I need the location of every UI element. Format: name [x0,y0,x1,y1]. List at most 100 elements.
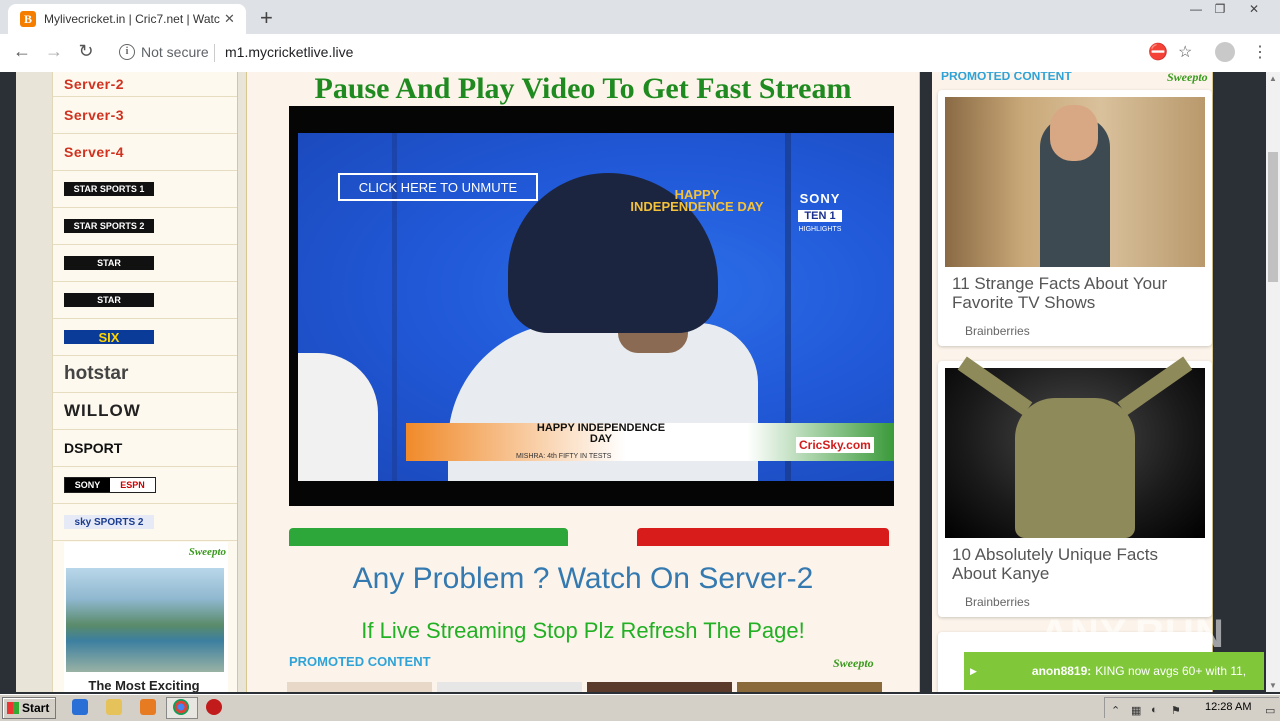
minimize-button[interactable]: — [1184,2,1208,16]
web-page: Server-2 Server-3 Server-4 STAR SPORTS 1… [0,72,1266,692]
dsport-logo: DSPORT [64,440,123,456]
promoted-panel: PROMOTED CONTENT Sweepto 11 Strange Fact… [932,72,1213,692]
star-sports-1-logo: STAR SPORTS 1 [64,182,154,196]
nav-star-sports-1[interactable]: STAR SPORTS 1 [53,171,237,208]
star-logo: STAR [64,293,154,307]
nav-server-4[interactable]: Server-4 [53,134,237,171]
info-icon[interactable]: i [119,44,135,60]
start-button[interactable]: Start [2,697,56,719]
card-title: 10 Absolutely Unique Facts About Kanye [952,545,1159,583]
server-2-label: Server-2 [64,76,125,92]
security-indicator[interactable]: Not secure [141,44,209,60]
star-logo: STAR [64,256,154,270]
address-bar[interactable]: m1.mycricketlive.live [225,44,353,60]
main-content: Pause And Play Video To Get Fast Stream … [246,72,920,692]
sweepto-badge[interactable]: Sweepto [1167,72,1208,85]
sony-ten1-bug: SONY TEN 1 HIGHLIGHTS [790,191,850,237]
star-sports-2-logo: STAR SPORTS 2 [64,219,154,233]
reload-icon[interactable]: ↻ [74,41,98,62]
scroll-up-icon[interactable]: ▲ [1269,74,1277,83]
nav-star-sports-2[interactable]: STAR SPORTS 2 [53,208,237,245]
sky-sports-2-logo: sky SPORTS 2 [64,515,154,529]
nav-server-3[interactable]: Server-3 [53,97,237,134]
ten1-text: TEN 1 [798,210,842,222]
browser-toolbar: ← → ↻ i Not secure m1.mycricketlive.live… [0,34,1280,73]
promoted-content-label: PROMOTED CONTENT [289,654,431,669]
refresh-notice: If Live Streaming Stop Plz Refresh The P… [361,618,805,643]
independence-day-overlay: HAPPY INDEPENDENCE DAY [630,187,764,214]
restore-button[interactable]: ❐ [1208,2,1232,16]
nav-dsport[interactable]: DSPORT [53,430,237,467]
blogger-favicon-icon: B [20,11,36,27]
nav-sony-espn[interactable]: SONY ESPN [53,467,237,504]
card-title: 11 Strange Facts About Your Favorite TV … [952,274,1168,312]
profile-avatar-icon[interactable] [1215,42,1235,62]
sweepto-badge[interactable]: Sweepto [833,656,874,671]
page-scrollbar[interactable]: ▲ ▼ [1266,72,1280,692]
problem-heading: Any Problem ? Watch On Server-2 [352,562,814,595]
promo-thumbnail[interactable] [287,682,432,692]
alert-app-icon[interactable] [206,699,222,715]
menu-kebab-icon[interactable]: ⋮ [1252,42,1268,62]
nav-willow[interactable]: WILLOW [53,393,237,430]
left-ad[interactable]: Sweepto The Most Exciting [64,542,228,692]
video-frame[interactable]: CLICK HERE TO UNMUTE HAPPY INDEPENDENCE … [298,133,894,481]
sony-espn-logo: SONY ESPN [64,477,156,493]
player-shoulder [298,353,378,481]
unmute-button[interactable]: CLICK HERE TO UNMUTE [338,173,538,201]
hotstar-logo: hotstar [64,363,129,384]
media-player-icon[interactable] [140,699,156,715]
promo-thumbnail[interactable] [737,682,882,692]
internet-explorer-icon[interactable] [72,699,88,715]
nav-server-2[interactable]: Server-2 [53,72,237,97]
network-icon[interactable]: ▦ [1131,704,1141,717]
promo-thumbnail[interactable] [437,682,582,692]
scroll-down-icon[interactable]: ▼ [1269,681,1277,690]
back-arrow-icon[interactable]: ← [10,41,34,62]
sweepto-badge: Sweepto [188,546,226,558]
promo-card[interactable]: 11 Strange Facts About Your Favorite TV … [938,90,1212,346]
nav-star-b[interactable]: STAR [53,282,237,319]
browser-tab[interactable]: B Mylivecricket.in | Cric7.net | Watch L… [8,4,246,34]
espn-logo-text: ESPN [110,478,155,492]
tray-expand-icon[interactable]: ⌃ [1111,704,1120,717]
ad-title: The Most Exciting [88,678,200,692]
windows-flag-icon [7,702,19,714]
page-headline: Pause And Play Video To Get Fast Stream [314,72,852,105]
forward-arrow-icon[interactable]: → [42,41,66,62]
volume-icon[interactable]: ◐ [1151,704,1158,716]
promo-thumbnail[interactable] [587,682,732,692]
sony-text: SONY [799,191,841,206]
chat-toast[interactable]: ▶ anon8819: KING now avgs 60+ with 11, [964,652,1264,690]
tab-close-icon[interactable]: ✕ [224,11,235,27]
action-center-flag-icon[interactable]: ⚑ [1171,704,1181,717]
video-player[interactable]: CLICK HERE TO UNMUTE HAPPY INDEPENDENCE … [289,106,894,506]
green-server-button[interactable] [289,528,568,546]
windows-taskbar: Start ⌃ ▦ ◐ ⚑ ▭ 12:28 AM [0,694,1280,721]
tab-title: Mylivecricket.in | Cric7.net | Watch Liv… [44,12,220,26]
folder-icon[interactable] [106,699,122,715]
nav-sky-sports-2[interactable]: sky SPORTS 2 [53,504,237,541]
image-head [1050,105,1098,161]
blocked-popup-icon[interactable]: ⛔ [1148,42,1168,62]
browser-titlebar: B Mylivecricket.in | Cric7.net | Watch L… [0,0,1280,34]
ticker-text: MISHRA: 4th FIFTY IN TESTS [516,453,612,460]
right-column: PROMOTED CONTENT Sweepto 11 Strange Fact… [930,72,1250,692]
bookmark-star-icon[interactable]: ☆ [1178,42,1192,62]
taskbar-clock[interactable]: 12:28 AM [1205,701,1251,713]
nav-star-a[interactable]: STAR [53,245,237,282]
promo-card[interactable]: 10 Absolutely Unique Facts About Kanye B… [938,356,1212,617]
server-4-label: Server-4 [64,144,125,160]
new-tab-button[interactable]: + [260,5,273,31]
scroll-thumb[interactable] [1268,152,1278,282]
system-tray: ⌃ ▦ ◐ ⚑ ▭ [1104,697,1279,718]
close-window-button[interactable]: ✕ [1242,2,1266,16]
nav-six[interactable]: SIX [53,319,237,356]
show-desktop-icon[interactable]: ▭ [1265,704,1275,717]
nav-hotstar[interactable]: hotstar [53,356,237,393]
lower-third-title: HAPPY INDEPENDENCE DAY [536,422,666,445]
server-3-label: Server-3 [64,107,125,123]
red-server-button[interactable] [637,528,889,546]
channel-nav: Server-2 Server-3 Server-4 STAR SPORTS 1… [52,72,238,692]
card-image [945,356,1205,538]
